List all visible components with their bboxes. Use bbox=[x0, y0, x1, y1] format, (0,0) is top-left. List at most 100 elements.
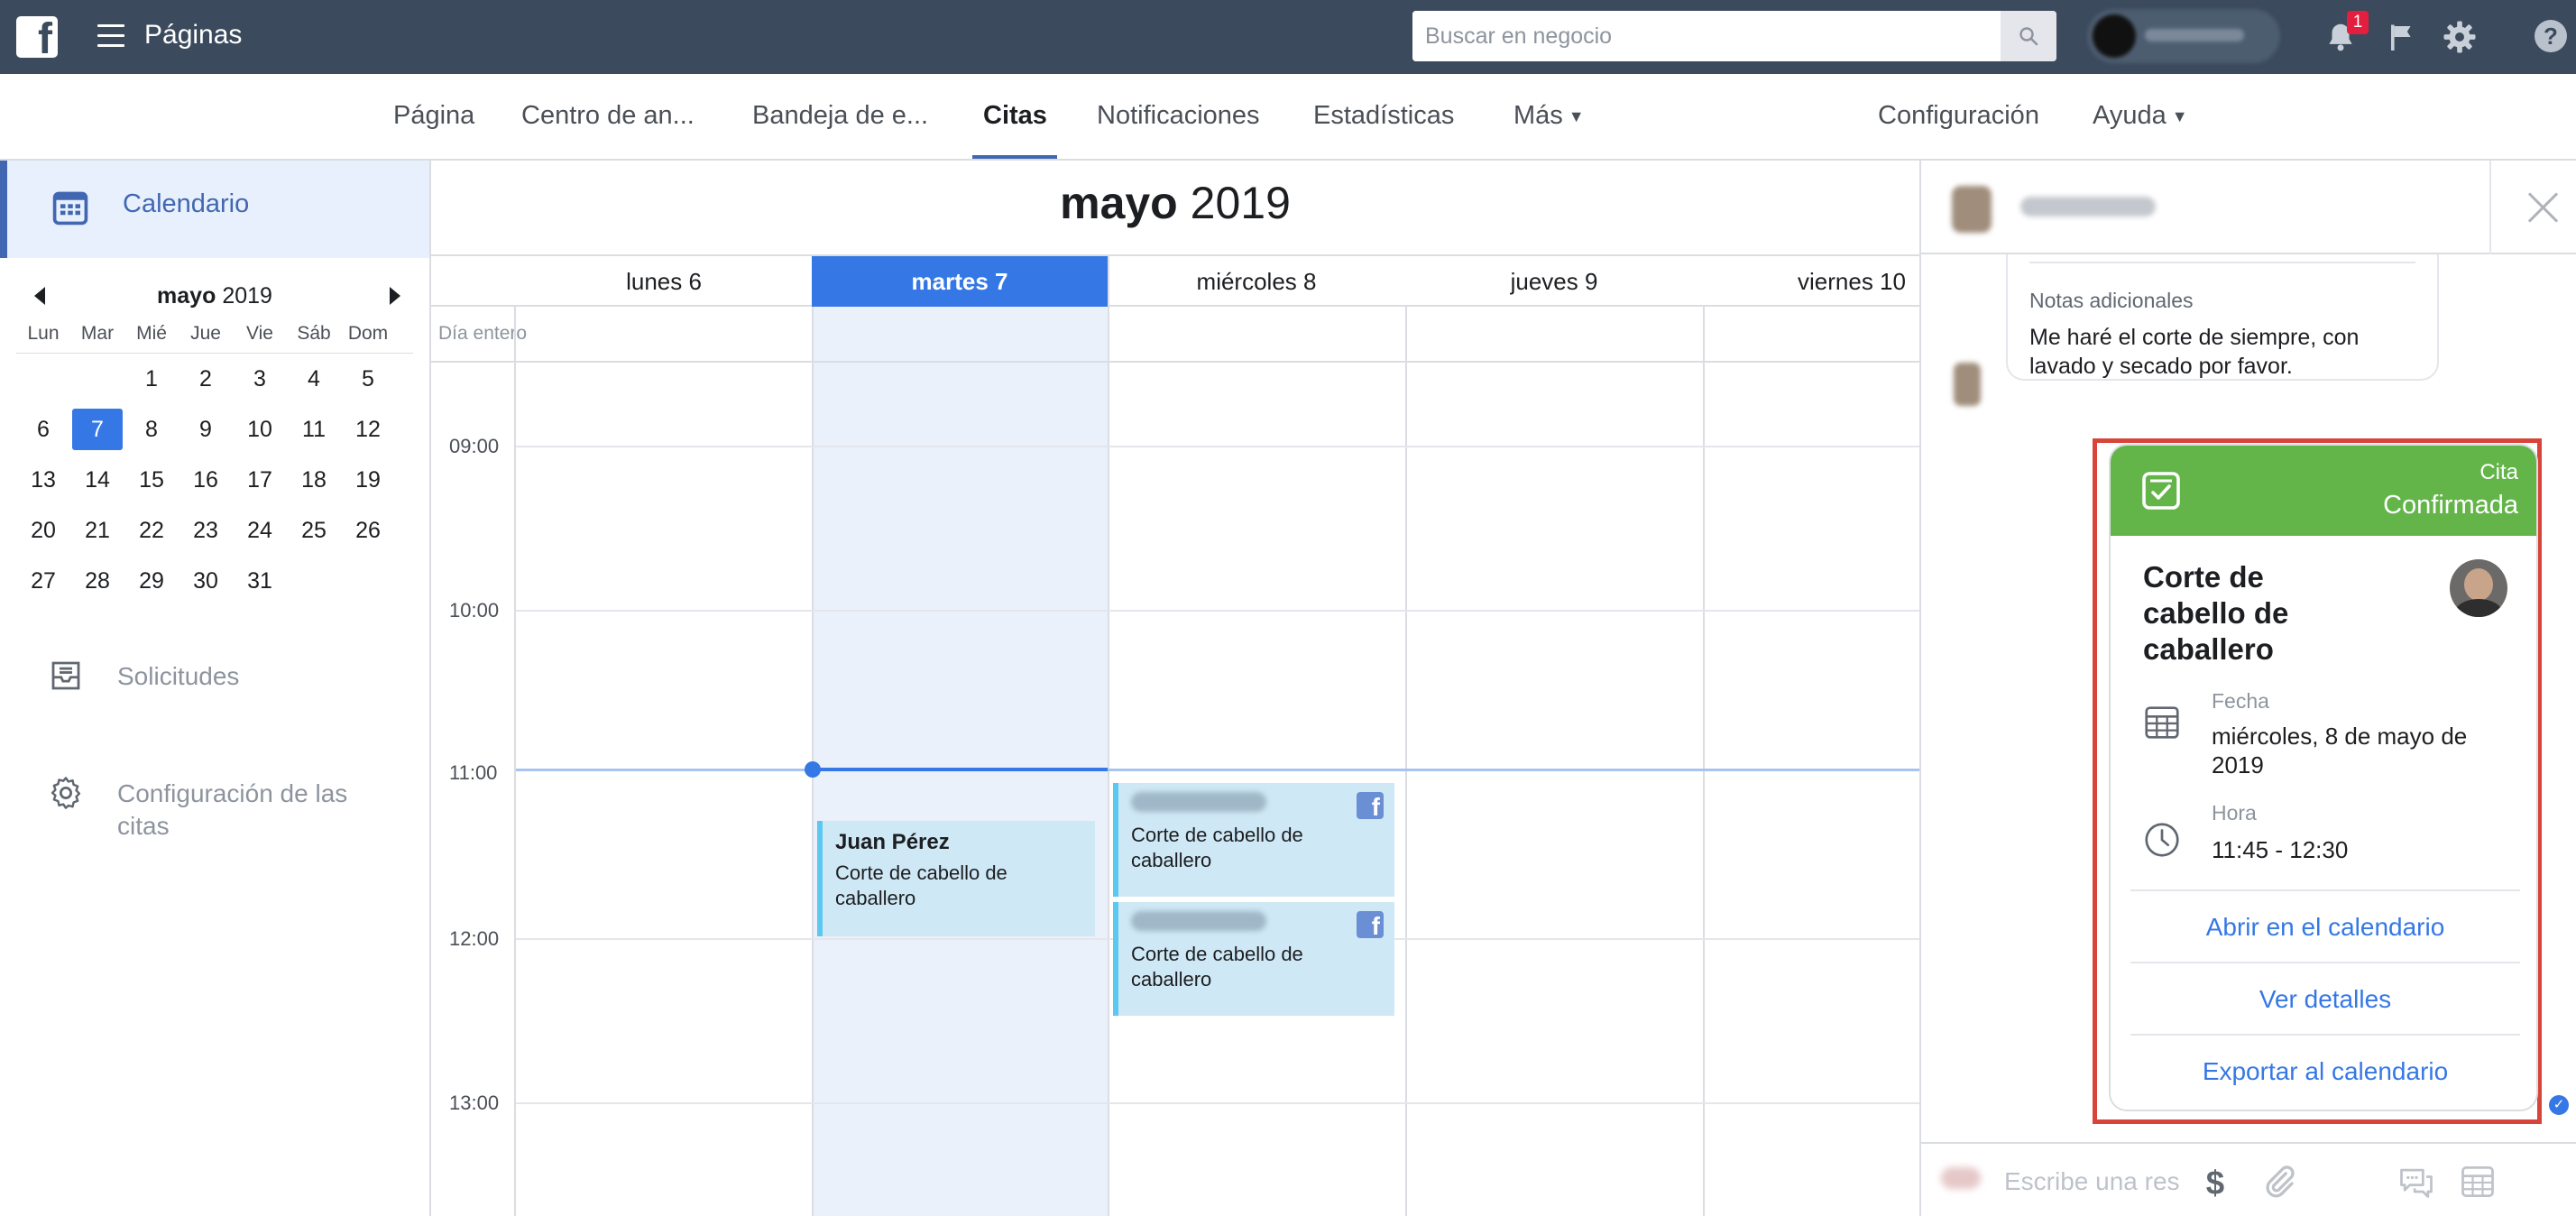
selected-day-number: 7 bbox=[72, 409, 123, 450]
all-day-row: Día entero bbox=[431, 307, 1919, 363]
hour-label: 12:00 bbox=[449, 927, 500, 950]
tab-help[interactable]: Ayuda ▼ bbox=[2093, 101, 2188, 131]
search-input[interactable] bbox=[1412, 11, 2001, 61]
mini-calendar-day[interactable]: 11 bbox=[287, 417, 341, 443]
mini-calendar-day[interactable]: 8 bbox=[124, 417, 179, 443]
mini-calendar-day[interactable]: 12 bbox=[341, 417, 395, 443]
search-box bbox=[1412, 11, 2056, 61]
hour-label: 09:00 bbox=[449, 435, 500, 457]
facebook-logo-icon[interactable]: f bbox=[16, 16, 58, 61]
column-divider bbox=[1703, 307, 1705, 1216]
mini-calendar-day[interactable]: 22 bbox=[124, 518, 179, 544]
current-time-line bbox=[516, 769, 1919, 771]
sidebar-item-requests[interactable]: Solicitudes bbox=[0, 648, 429, 702]
sidebar-item-appointment-settings[interactable]: Configuración de las citas bbox=[0, 765, 429, 846]
mini-calendar-day[interactable]: 4 bbox=[287, 366, 341, 392]
mini-calendar-day[interactable]: 24 bbox=[233, 518, 287, 544]
mini-calendar-day[interactable]: 5 bbox=[341, 366, 395, 392]
tab-inbox[interactable]: Bandeja de e... bbox=[752, 101, 928, 131]
dollar-icon[interactable]: $ bbox=[2197, 1162, 2233, 1202]
export-to-calendar-button[interactable]: Exportar al calendario bbox=[2130, 1034, 2520, 1106]
time-value: 11:45 - 12:30 bbox=[2212, 836, 2349, 863]
mini-calendar-day[interactable]: 17 bbox=[233, 467, 287, 493]
calendar-event[interactable]: f Corte de cabello de caballero bbox=[1113, 902, 1394, 1016]
event-service: Corte de cabello de caballero bbox=[1131, 943, 1303, 990]
mini-calendar-day[interactable]: 16 bbox=[179, 467, 233, 493]
calendar-grid-icon bbox=[52, 191, 88, 226]
left-sidebar: Calendario mayo 2019 Lun Mar Mié Jue Vie… bbox=[0, 161, 431, 1216]
calendar-compose-icon[interactable] bbox=[2457, 1162, 2498, 1202]
mini-calendar-day[interactable]: 27 bbox=[16, 568, 70, 594]
mini-calendar-day[interactable]: 23 bbox=[179, 518, 233, 544]
caret-down-icon: ▼ bbox=[1568, 106, 1585, 125]
appointment-status: Confirmada bbox=[2383, 491, 2518, 520]
chat-bubbles-icon[interactable] bbox=[2396, 1162, 2437, 1202]
mini-calendar-day[interactable]: 19 bbox=[341, 467, 395, 493]
notification-count-badge: 1 bbox=[2347, 11, 2369, 34]
tab-more[interactable]: Más ▼ bbox=[1513, 101, 1585, 131]
sidebar-item-calendar[interactable]: Calendario bbox=[0, 161, 429, 258]
mini-calendar-day[interactable]: 26 bbox=[341, 518, 395, 544]
mini-calendar-day[interactable]: 6 bbox=[16, 417, 70, 443]
mini-calendar-day[interactable]: 13 bbox=[16, 467, 70, 493]
tab-appointments[interactable]: Citas bbox=[983, 101, 1047, 131]
mini-calendar-week: 13 14 15 16 17 18 19 bbox=[16, 455, 413, 505]
mini-calendar-day[interactable]: 3 bbox=[233, 366, 287, 392]
mini-calendar-day[interactable]: 28 bbox=[70, 568, 124, 594]
view-details-button[interactable]: Ver detalles bbox=[2130, 962, 2520, 1034]
open-in-calendar-button[interactable]: Abrir en el calendario bbox=[2130, 889, 2520, 962]
day-header[interactable]: miércoles 8 bbox=[1108, 256, 1405, 307]
day-header[interactable]: lunes 6 bbox=[516, 256, 812, 307]
current-time-line-today bbox=[812, 768, 1108, 771]
mini-calendar-day[interactable]: 25 bbox=[287, 518, 341, 544]
tab-notifications[interactable]: Notificaciones bbox=[1097, 101, 1260, 131]
day-header[interactable]: jueves 9 bbox=[1405, 256, 1703, 307]
calendar-event[interactable]: f Corte de cabello de caballero bbox=[1113, 783, 1394, 897]
mini-calendar-day[interactable]: 18 bbox=[287, 467, 341, 493]
contact-name-redacted[interactable] bbox=[2020, 197, 2156, 216]
page-flag-button[interactable] bbox=[2381, 16, 2423, 58]
svg-text:$: $ bbox=[2206, 1164, 2224, 1201]
tab-settings[interactable]: Configuración bbox=[1878, 101, 2039, 131]
help-icon[interactable]: ? bbox=[2535, 20, 2567, 52]
profile-chip[interactable] bbox=[2087, 9, 2280, 63]
paperclip-icon[interactable] bbox=[2259, 1162, 2298, 1202]
settings-button[interactable] bbox=[2439, 16, 2480, 58]
mini-calendar-day[interactable]: 9 bbox=[179, 417, 233, 443]
appointment-card: Cita Confirmada Corte de cabello de caba… bbox=[2109, 444, 2538, 1111]
active-tab-indicator bbox=[972, 155, 1057, 159]
tab-statistics[interactable]: Estadísticas bbox=[1313, 101, 1454, 131]
chevron-right-icon[interactable] bbox=[390, 287, 400, 305]
tab-page[interactable]: Página bbox=[393, 101, 474, 131]
calendar-month: mayo bbox=[1060, 178, 1178, 228]
tab-analytics-center[interactable]: Centro de an... bbox=[521, 101, 695, 131]
mini-calendar-day-selected[interactable]: 7 bbox=[70, 409, 124, 450]
avatar[interactable] bbox=[1952, 186, 1992, 233]
day-header-selected[interactable]: martes 7 bbox=[812, 256, 1108, 307]
mini-calendar-day[interactable]: 15 bbox=[124, 467, 179, 493]
tab-help-label: Ayuda bbox=[2093, 101, 2167, 130]
search-button[interactable] bbox=[2001, 11, 2056, 61]
message-input[interactable] bbox=[2004, 1162, 2185, 1202]
hour-gridline bbox=[516, 1102, 1919, 1104]
event-service: Corte de cabello de caballero bbox=[835, 861, 1007, 909]
mini-calendar-day[interactable]: 20 bbox=[16, 518, 70, 544]
weekday-label: Sáb bbox=[297, 323, 331, 344]
app-title[interactable]: Páginas bbox=[144, 20, 242, 51]
event-customer-name: Juan Pérez bbox=[835, 830, 950, 854]
mini-calendar-day[interactable]: 1 bbox=[124, 366, 179, 392]
day-header-row: lunes 6 martes 7 miércoles 8 jueves 9 vi… bbox=[431, 254, 1919, 307]
mini-calendar-day[interactable]: 31 bbox=[233, 568, 287, 594]
appointment-card-header: Cita Confirmada bbox=[2111, 446, 2536, 536]
calendar-event[interactable]: Juan Pérez Corte de cabello de caballero bbox=[817, 821, 1095, 936]
mini-calendar-day[interactable]: 10 bbox=[233, 417, 287, 443]
mini-calendar-day[interactable]: 29 bbox=[124, 568, 179, 594]
mini-calendar-day[interactable]: 14 bbox=[70, 467, 124, 493]
day-header[interactable]: viernes 10 bbox=[1703, 256, 1919, 307]
hamburger-menu-icon[interactable] bbox=[97, 24, 124, 48]
column-divider bbox=[514, 307, 516, 1216]
mini-calendar-day[interactable]: 2 bbox=[179, 366, 233, 392]
mini-calendar-day[interactable]: 21 bbox=[70, 518, 124, 544]
close-icon[interactable] bbox=[2522, 186, 2565, 229]
mini-calendar-day[interactable]: 30 bbox=[179, 568, 233, 594]
